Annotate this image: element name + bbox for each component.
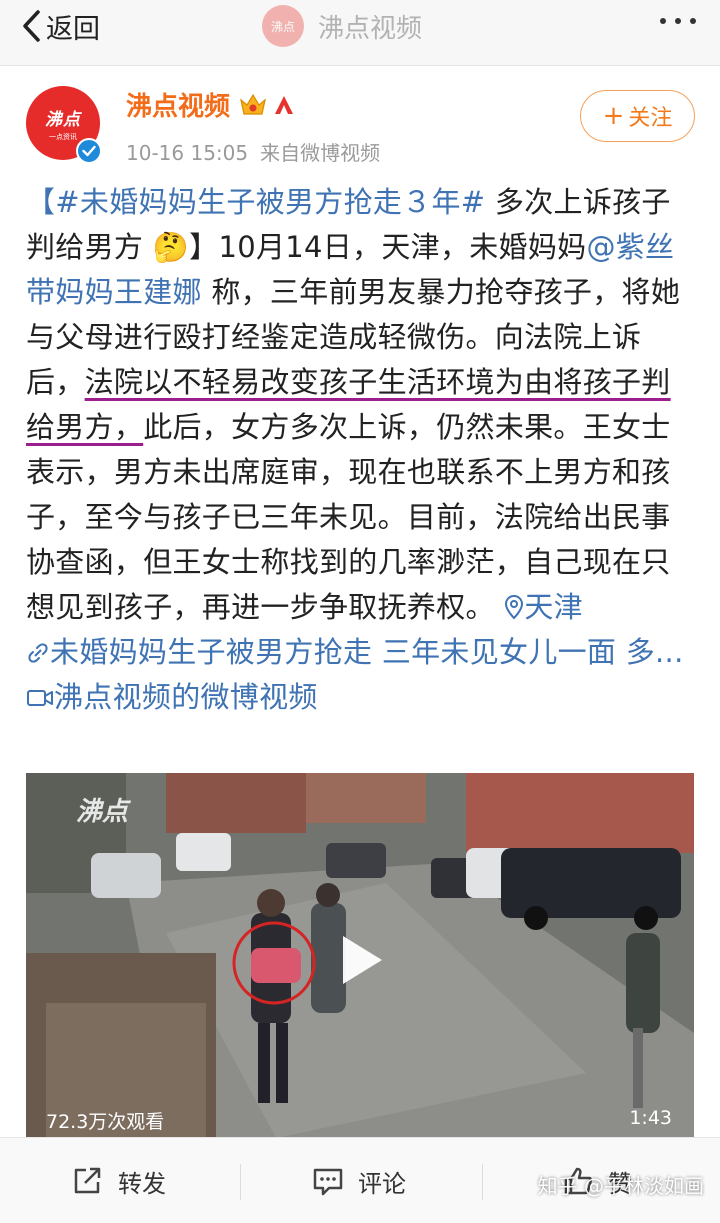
divider [482,1164,483,1200]
repost-button[interactable]: 转发 [72,1138,166,1223]
thinking-emoji-icon: 🤔 [152,230,190,264]
follow-button[interactable]: + 关注 [580,90,695,142]
nav-title: 沸点 沸点视频 [262,4,422,48]
back-button[interactable]: 返回 [20,6,100,46]
nav-title-text: 沸点视频 [318,13,423,44]
video-link-text: 沸点视频的微博视频 [54,680,318,714]
location-link[interactable]: 天津 [504,590,583,624]
article-link-text: 未婚妈妈生子被男方抢走 三年未见女儿一面 多... [50,635,684,669]
post-meta: 10-16 15:05 来自微博视频 [126,137,380,166]
a-badge-icon [275,95,294,114]
post-text: 【#未婚妈妈生子被男方抢走３年# 多次上诉孩子判给男方 🤔】10月14日，天津，… [26,180,698,720]
watermark-text: 知乎 @平林淡如画 [537,1174,704,1198]
more-options-icon[interactable] [660,18,696,24]
location-pin-icon [505,594,524,620]
follow-label: 关注 [628,106,673,131]
repost-label: 转发 [118,1169,166,1198]
verified-badge-icon [76,138,102,164]
crown-badge-icon [240,93,266,115]
chevron-left-icon [23,10,40,42]
avatar-logo-text: 沸点 [45,109,81,130]
comment-label: 评论 [358,1169,406,1198]
play-icon[interactable] [339,933,385,987]
post-date: 10-16 15:05 [126,141,249,165]
video-view-count: 72.3万次观看 [46,1111,165,1133]
post-text-segment-2: 】10月14日，天津，未婚妈妈 [189,230,587,264]
plus-icon: + [602,101,625,131]
article-link[interactable]: 未婚妈妈生子被男方抢走 三年未见女儿一面 多... [26,635,684,669]
nav-avatar: 沸点 [262,5,304,47]
avatar-logo-subtext: 一点资讯 [49,132,77,141]
video-camera-icon [27,690,53,706]
top-nav-bar: 返回 沸点 沸点视频 [0,0,720,66]
username-text: 沸点视频 [126,92,231,122]
video-duration: 1:43 [629,1107,672,1129]
link-icon [28,643,48,663]
video-player[interactable]: 沸点 72.3万次观看 1:43 [26,773,694,1138]
comment-icon [313,1168,343,1196]
back-label: 返回 [46,13,100,45]
location-text: 天津 [524,590,583,624]
divider [240,1164,241,1200]
hashtag-link[interactable]: 【#未婚妈妈生子被男方抢走３年# [26,185,485,219]
repost-icon [74,1167,101,1194]
username[interactable]: 沸点视频 [126,86,296,123]
post-source: 来自微博视频 [260,141,381,165]
video-watermark-logo: 沸点 [76,797,129,827]
comment-button[interactable]: 评论 [312,1138,406,1223]
video-link[interactable]: 沸点视频的微博视频 [26,680,318,714]
